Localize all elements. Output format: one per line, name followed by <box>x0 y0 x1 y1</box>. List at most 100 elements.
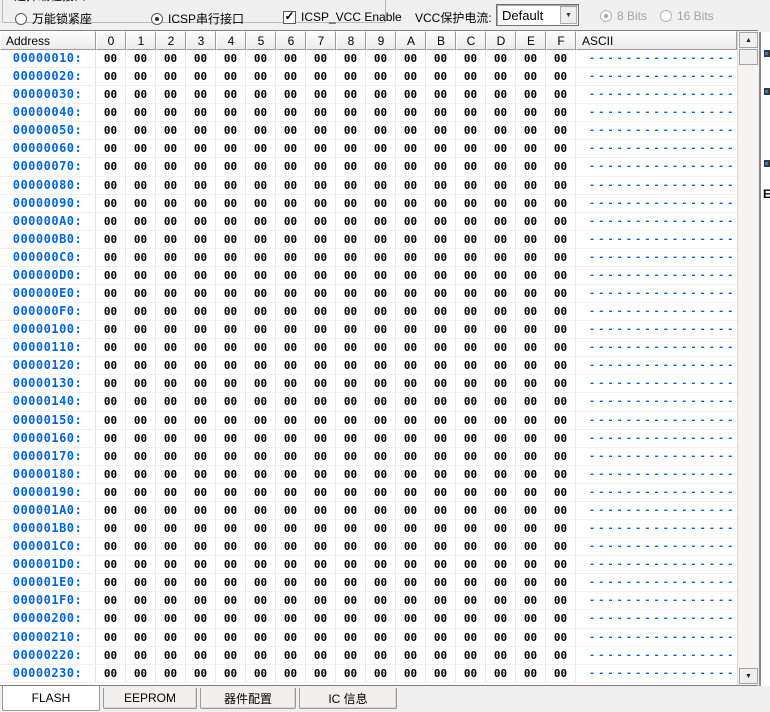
hex-cell[interactable]: 00 <box>426 484 456 501</box>
hex-cell[interactable]: 00 <box>306 267 336 284</box>
hex-cell[interactable]: 00 <box>486 357 516 374</box>
hex-cell[interactable]: 00 <box>546 466 576 483</box>
hex-cell[interactable]: 00 <box>486 321 516 338</box>
hex-cell[interactable]: 00 <box>126 502 156 519</box>
hex-cell[interactable]: 00 <box>96 484 126 501</box>
hex-cell[interactable]: 00 <box>366 50 396 67</box>
hex-cell[interactable]: 00 <box>426 610 456 627</box>
hex-cell[interactable]: 00 <box>186 393 216 410</box>
hex-cell[interactable]: 00 <box>126 466 156 483</box>
hex-cell[interactable]: 00 <box>426 321 456 338</box>
hex-cell[interactable]: 00 <box>366 321 396 338</box>
hex-cell[interactable]: 00 <box>96 231 126 248</box>
hex-cell[interactable]: 00 <box>336 647 366 664</box>
hex-cell[interactable]: 00 <box>186 122 216 139</box>
hex-cell[interactable]: 00 <box>516 665 546 682</box>
hex-cell[interactable]: 00 <box>516 303 546 320</box>
hex-cell[interactable]: 00 <box>276 502 306 519</box>
hex-cell[interactable]: 00 <box>396 466 426 483</box>
hex-cell[interactable]: 00 <box>96 412 126 429</box>
hex-cell[interactable]: 00 <box>426 538 456 555</box>
hex-cell[interactable]: 00 <box>486 104 516 121</box>
hex-cell[interactable]: 00 <box>426 502 456 519</box>
hex-cell[interactable]: 00 <box>246 629 276 646</box>
hex-cell[interactable]: 00 <box>306 574 336 591</box>
hex-cell[interactable]: 00 <box>186 574 216 591</box>
hex-cell[interactable]: 00 <box>426 375 456 392</box>
hex-cell[interactable]: 00 <box>96 574 126 591</box>
hex-cell[interactable]: 00 <box>276 303 306 320</box>
hex-cell[interactable]: 00 <box>156 538 186 555</box>
hex-cell[interactable]: 00 <box>186 357 216 374</box>
hex-cell[interactable]: 00 <box>276 50 306 67</box>
hex-cell[interactable]: 00 <box>306 412 336 429</box>
hex-cell[interactable]: 00 <box>156 213 186 230</box>
hex-cell[interactable]: 00 <box>276 629 306 646</box>
hex-cell[interactable]: 00 <box>336 104 366 121</box>
hex-cell[interactable]: 00 <box>546 375 576 392</box>
hex-cell[interactable]: 00 <box>216 177 246 194</box>
hex-cell[interactable]: 00 <box>516 502 546 519</box>
hex-cell[interactable]: 00 <box>426 249 456 266</box>
hex-cell[interactable]: 00 <box>216 430 246 447</box>
hex-cell[interactable]: 00 <box>546 502 576 519</box>
hex-cell[interactable]: 00 <box>336 393 366 410</box>
hex-cell[interactable]: 00 <box>246 412 276 429</box>
hex-cell[interactable]: 00 <box>516 592 546 609</box>
hex-cell[interactable]: 00 <box>186 177 216 194</box>
hex-cell[interactable]: 00 <box>456 412 486 429</box>
hex-cell[interactable]: 00 <box>306 104 336 121</box>
hex-cell[interactable]: 00 <box>126 412 156 429</box>
hex-cell[interactable]: 00 <box>156 122 186 139</box>
hex-cell[interactable]: 00 <box>336 285 366 302</box>
hex-cell[interactable]: 00 <box>126 538 156 555</box>
hex-cell[interactable]: 00 <box>156 448 186 465</box>
hex-cell[interactable]: 00 <box>246 556 276 573</box>
hex-cell[interactable]: 00 <box>426 86 456 103</box>
hex-cell[interactable]: 00 <box>96 448 126 465</box>
hex-cell[interactable]: 00 <box>516 195 546 212</box>
hex-cell[interactable]: 00 <box>306 50 336 67</box>
hex-cell[interactable]: 00 <box>126 104 156 121</box>
hex-cell[interactable]: 00 <box>96 375 126 392</box>
hex-cell[interactable]: 00 <box>276 538 306 555</box>
hex-cell[interactable]: 00 <box>456 158 486 175</box>
hex-cell[interactable]: 00 <box>216 50 246 67</box>
hex-cell[interactable]: 00 <box>456 502 486 519</box>
hex-cell[interactable]: 00 <box>396 303 426 320</box>
hex-cell[interactable]: 00 <box>546 68 576 85</box>
hex-cell[interactable]: 00 <box>396 140 426 157</box>
hex-cell[interactable]: 00 <box>546 592 576 609</box>
hex-cell[interactable]: 00 <box>456 68 486 85</box>
hex-cell[interactable]: 00 <box>216 484 246 501</box>
hex-cell[interactable]: 00 <box>126 140 156 157</box>
hex-cell[interactable]: 00 <box>546 520 576 537</box>
hex-cell[interactable]: 00 <box>366 140 396 157</box>
hex-cell[interactable]: 00 <box>96 629 126 646</box>
hex-cell[interactable]: 00 <box>306 321 336 338</box>
hex-cell[interactable]: 00 <box>456 249 486 266</box>
hex-cell[interactable]: 00 <box>126 177 156 194</box>
hex-cell[interactable]: 00 <box>336 68 366 85</box>
hex-cell[interactable]: 00 <box>486 502 516 519</box>
hex-cell[interactable]: 00 <box>306 393 336 410</box>
hex-cell[interactable]: 00 <box>96 267 126 284</box>
hex-cell[interactable]: 00 <box>276 249 306 266</box>
hex-cell[interactable]: 00 <box>516 393 546 410</box>
hex-cell[interactable]: 00 <box>246 303 276 320</box>
hex-cell[interactable]: 00 <box>516 430 546 447</box>
hex-cell[interactable]: 00 <box>156 556 186 573</box>
hex-cell[interactable]: 00 <box>456 357 486 374</box>
hex-cell[interactable]: 00 <box>426 339 456 356</box>
hex-cell[interactable]: 00 <box>306 629 336 646</box>
hex-cell[interactable]: 00 <box>456 213 486 230</box>
hex-cell[interactable]: 00 <box>186 556 216 573</box>
hex-cell[interactable]: 00 <box>156 357 186 374</box>
hex-cell[interactable]: 00 <box>426 68 456 85</box>
hex-cell[interactable]: 00 <box>216 592 246 609</box>
hex-cell[interactable]: 00 <box>156 68 186 85</box>
hex-cell[interactable]: 00 <box>486 466 516 483</box>
hex-cell[interactable]: 00 <box>216 520 246 537</box>
hex-cell[interactable]: 00 <box>216 285 246 302</box>
hex-cell[interactable]: 00 <box>396 592 426 609</box>
